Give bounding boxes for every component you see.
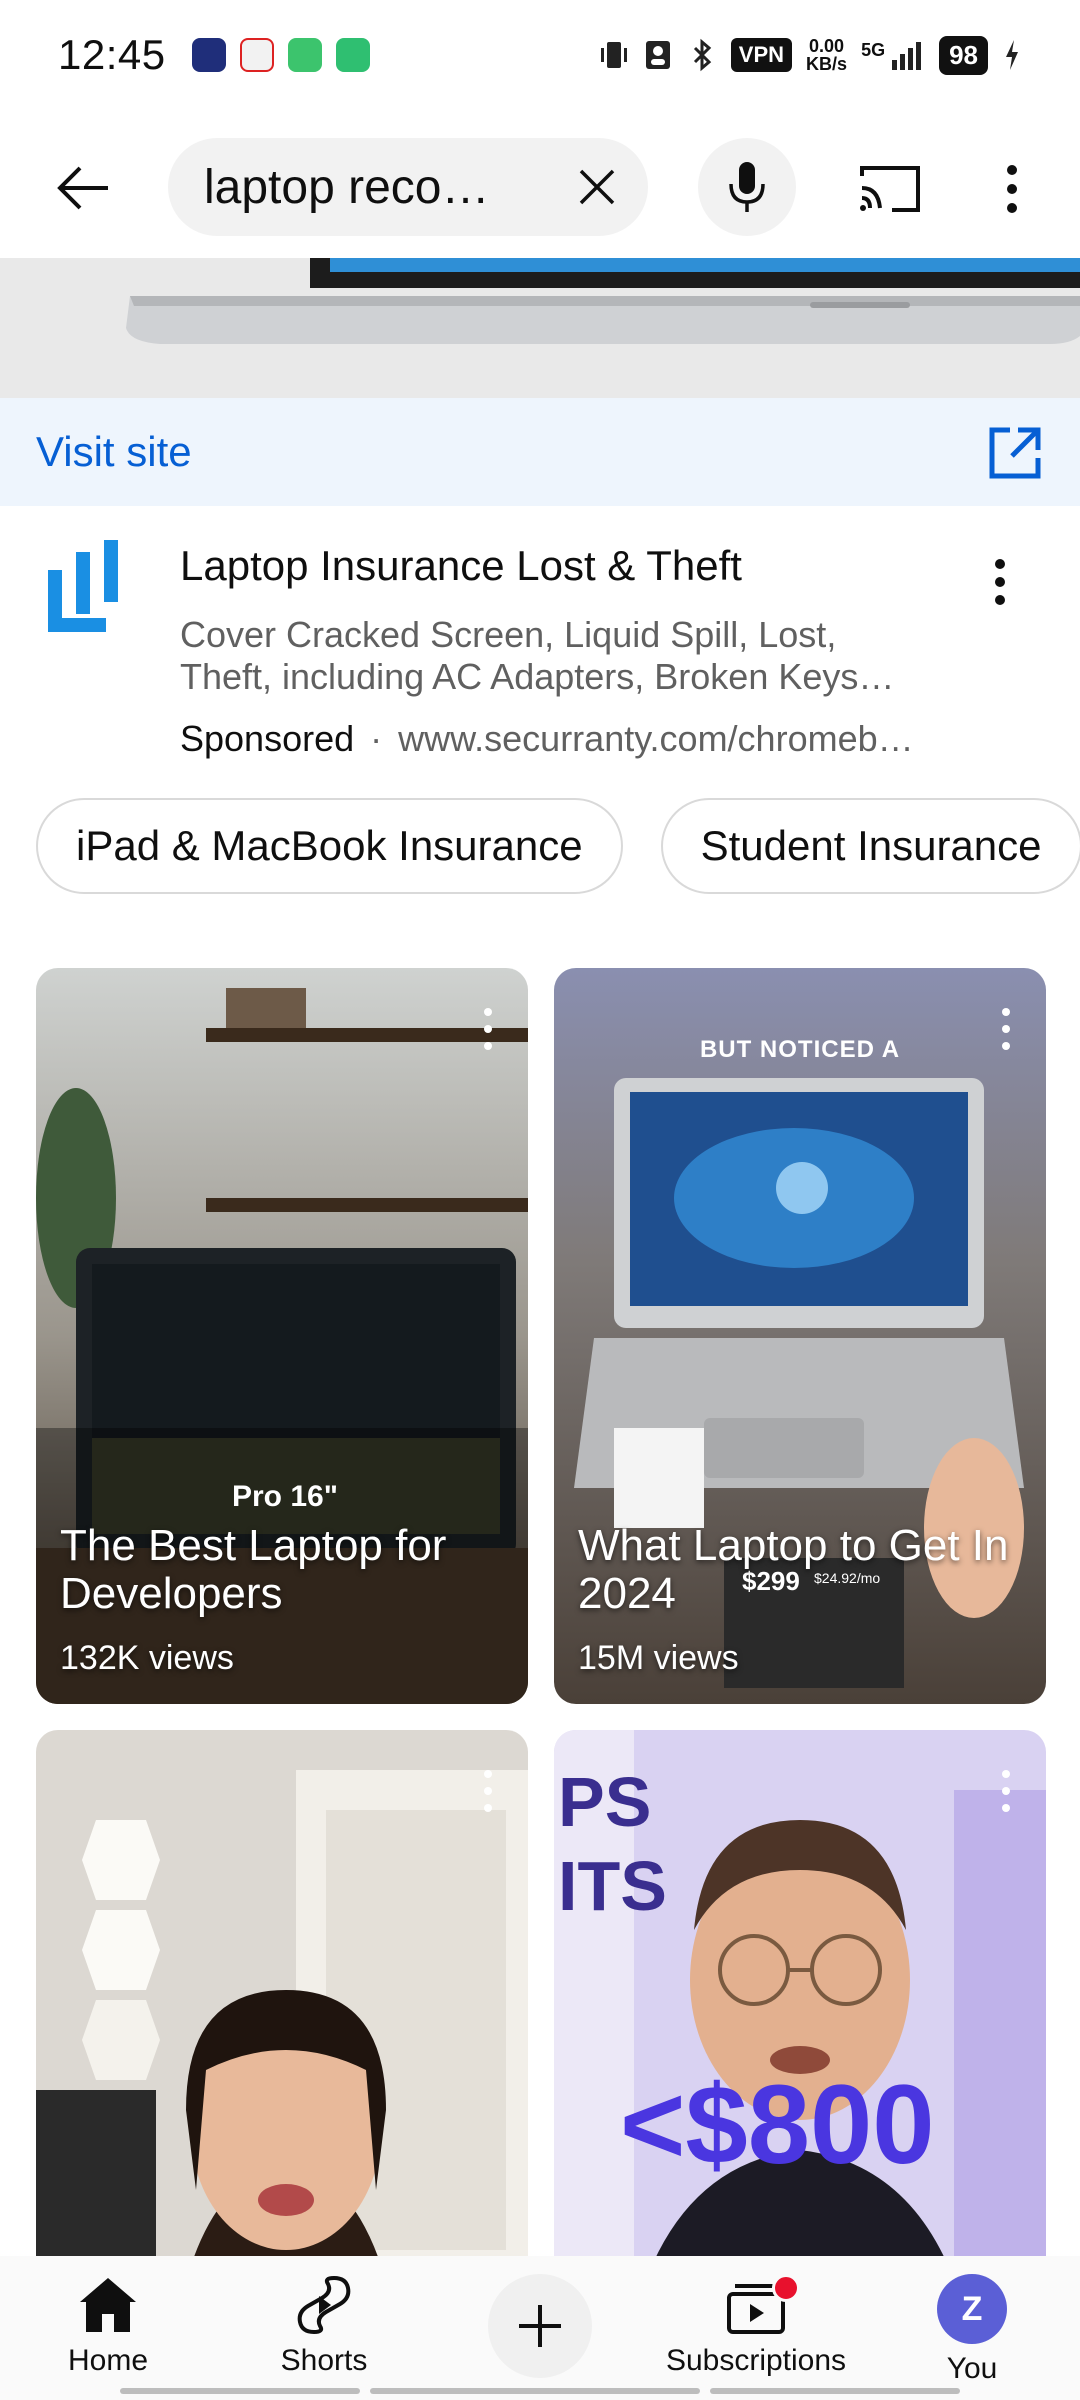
net-speed: 0.00 KB/s bbox=[806, 37, 847, 73]
microphone-icon bbox=[729, 162, 765, 212]
securranty-logo bbox=[48, 540, 118, 632]
more-vert-icon bbox=[1002, 1770, 1010, 1812]
status-bar: 12:45 VPN 0.00 KB/s 5G 98 bbox=[0, 0, 1080, 110]
laptop-image bbox=[0, 258, 1080, 398]
nav-create[interactable] bbox=[432, 2256, 648, 2400]
status-right: VPN 0.00 KB/s 5G 98 bbox=[599, 35, 1022, 75]
ad-description-line2: Theft, including AC Adapters, Broken Key… bbox=[180, 656, 895, 697]
nav-shorts-label: Shorts bbox=[280, 2344, 368, 2377]
charging-icon bbox=[1006, 40, 1018, 70]
cast-button[interactable] bbox=[850, 154, 930, 224]
ad-description-line1: Cover Cracked Screen, Liquid Spill, Lost… bbox=[180, 614, 837, 655]
home-icon bbox=[80, 2278, 136, 2332]
battery-level: 98 bbox=[939, 35, 988, 75]
notification-dot bbox=[772, 2274, 800, 2302]
short-views: 15M views bbox=[578, 1639, 739, 1677]
chip-ipad-macbook-insurance[interactable]: iPad & MacBook Insurance bbox=[36, 798, 623, 894]
short-title: What Laptop to Get In 2024 bbox=[578, 1521, 1009, 1618]
back-button[interactable] bbox=[50, 156, 114, 220]
status-notification-icons bbox=[191, 38, 370, 72]
short-more-options-button[interactable] bbox=[476, 1004, 500, 1054]
visit-site-bar[interactable]: Visit site bbox=[0, 398, 1080, 506]
red-arrow-app-icon bbox=[239, 38, 274, 72]
ad-banner-image[interactable] bbox=[0, 258, 1080, 398]
more-vert-icon bbox=[995, 559, 1005, 605]
thumbnail-overlay-text: Pro 16" bbox=[232, 1480, 338, 1513]
ad-title[interactable]: Laptop Insurance Lost & Theft bbox=[180, 542, 742, 590]
create-button[interactable] bbox=[488, 2274, 592, 2378]
close-icon bbox=[579, 169, 615, 205]
signal-label: 5G bbox=[861, 39, 886, 60]
nav-shorts[interactable]: Shorts bbox=[216, 2256, 432, 2400]
nav-subscriptions-label: Subscriptions bbox=[665, 2344, 847, 2377]
search-toolbar: laptop reco… bbox=[0, 128, 1080, 248]
chip-student-insurance[interactable]: Student Insurance bbox=[660, 798, 1080, 894]
short-views: 132K views bbox=[60, 1639, 234, 1677]
short-card[interactable]: Pro 16" The Best Laptop for Developers 1… bbox=[36, 968, 528, 1704]
plus-icon bbox=[519, 2305, 561, 2347]
short-card[interactable]: BUT NOTICED A $299 $24.92/mo What Laptop… bbox=[554, 968, 1046, 1704]
nav-home[interactable]: Home bbox=[0, 2256, 216, 2400]
nav-subscriptions[interactable]: Subscriptions bbox=[648, 2256, 864, 2400]
clear-search-button[interactable] bbox=[572, 162, 622, 212]
cast-icon bbox=[860, 166, 920, 212]
net-speed-unit: KB/s bbox=[806, 54, 848, 74]
ad-info[interactable]: Laptop Insurance Lost & Theft Cover Crac… bbox=[0, 532, 1080, 772]
ad-url: www.securranty.com/chromeb… bbox=[398, 718, 914, 759]
green-app-icon bbox=[287, 38, 322, 72]
more-vert-icon bbox=[484, 1770, 492, 1812]
bottom-navigation: Home Shorts Subscriptions Z You bbox=[0, 2256, 1080, 2400]
ad-sitelink-chips: iPad & MacBook Insurance Student Insuran… bbox=[36, 798, 1080, 894]
short-more-options-button[interactable] bbox=[994, 1004, 1018, 1054]
thumbnail-caption-text: BUT NOTICED A bbox=[699, 1036, 901, 1063]
more-vert-icon bbox=[484, 1008, 492, 1050]
vpn-badge: VPN bbox=[730, 38, 793, 72]
more-vert-icon bbox=[1002, 1008, 1010, 1050]
separator-dot: · bbox=[370, 718, 383, 759]
status-time: 12:45 bbox=[58, 31, 166, 78]
voice-search-button[interactable] bbox=[698, 138, 796, 236]
thumbnail-side-text: PS ITS bbox=[558, 1763, 667, 1925]
short-title: The Best Laptop for Developers bbox=[60, 1521, 447, 1618]
contact-card-icon bbox=[645, 41, 670, 69]
gesture-bar bbox=[120, 2388, 960, 2394]
ad-description: Cover Cracked Screen, Liquid Spill, Lost… bbox=[180, 614, 940, 698]
more-options-button[interactable] bbox=[990, 154, 1034, 224]
visit-site-link[interactable]: Visit site bbox=[36, 428, 192, 476]
bluetooth-icon bbox=[693, 38, 712, 72]
ad-meta: Sponsored · www.securranty.com/chromeb… bbox=[180, 718, 958, 760]
short-more-options-button[interactable] bbox=[476, 1766, 500, 1816]
nav-you[interactable]: Z You bbox=[864, 2256, 1080, 2400]
thumbnail-price-text: <$800 bbox=[620, 2062, 935, 2187]
avatar: Z bbox=[937, 2274, 1007, 2344]
signal-bars-icon bbox=[892, 42, 922, 70]
cat-app-icon bbox=[191, 38, 226, 72]
net-speed-value: 0.00 bbox=[809, 36, 845, 56]
search-input[interactable]: laptop reco… bbox=[168, 138, 648, 236]
nav-home-label: Home bbox=[67, 2344, 149, 2377]
vibrate-icon bbox=[600, 42, 627, 68]
more-vert-icon bbox=[1007, 165, 1017, 213]
ad-more-options-button[interactable] bbox=[985, 552, 1015, 612]
sponsored-label: Sponsored bbox=[180, 718, 355, 759]
hotspot-app-icon bbox=[335, 38, 370, 72]
search-query: laptop reco… bbox=[204, 160, 490, 214]
short-more-options-button[interactable] bbox=[994, 1766, 1018, 1816]
back-arrow-icon bbox=[57, 166, 108, 210]
shorts-icon bbox=[297, 2275, 351, 2335]
nav-you-label: You bbox=[946, 2352, 998, 2385]
open-external-icon[interactable] bbox=[986, 424, 1044, 482]
